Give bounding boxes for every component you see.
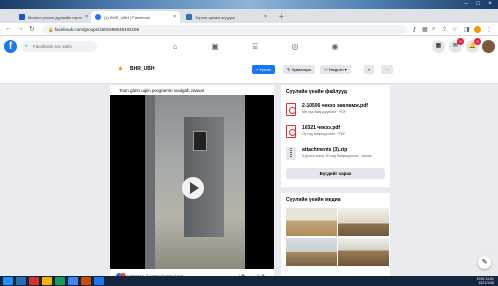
taskbar-app-icon[interactable] — [29, 277, 39, 285]
file-item[interactable]: 2-10506 чекээ зөвлөмж.pdf Мя хэд байршуу… — [286, 102, 386, 122]
recent-media-title: Сүүлийн үеийн медиа — [286, 197, 341, 203]
group-icon: ▲ — [117, 65, 124, 72]
share-icon[interactable]: ⇪ — [442, 26, 447, 33]
address-bar-row: ← → ↻ 🔒 facebook.com/groups/150158904910… — [0, 23, 498, 36]
profile-avatar[interactable] — [482, 40, 495, 53]
minimize-icon[interactable]: – — [462, 1, 470, 7]
search-icon: ⌕ — [25, 43, 28, 49]
file-item[interactable]: 10321 чекээ.pdf Пү хэд байршуулсан · PDF — [286, 124, 386, 144]
recent-files-title: Сүүлийн үеийн файлууд — [286, 89, 347, 95]
sidebar-icon[interactable]: ◨ — [464, 26, 470, 33]
bookmark-star-icon[interactable]: ☆ — [452, 26, 457, 33]
groups-icon[interactable]: ◎ — [289, 41, 301, 53]
notification-badge: 9 — [474, 38, 481, 45]
recent-media-card: Сүүлийн үеийн медиа — [281, 193, 390, 286]
window-title-bar: – □ × — [0, 0, 498, 9]
more-button[interactable]: ··· — [381, 65, 393, 74]
clock-date: 2021/1/26 — [478, 281, 494, 285]
taskbar-app-icon[interactable] — [16, 277, 26, 285]
tab-favicon-icon — [186, 14, 192, 20]
joined-label: Нэгдсэн — [328, 67, 344, 72]
create-button[interactable]: + Үүсгэх — [252, 65, 276, 74]
media-thumbnail[interactable] — [338, 208, 389, 236]
media-thumbnail[interactable] — [286, 208, 337, 236]
chrome-taskbar-icon[interactable] — [68, 277, 78, 285]
close-icon[interactable]: × — [486, 1, 494, 7]
play-button[interactable] — [182, 177, 204, 199]
group-search-button[interactable]: ⌕ — [364, 65, 375, 74]
key-icon[interactable]: ⚷ — [412, 26, 416, 33]
zip-file-icon — [286, 147, 296, 160]
file-meta: Мя хэд байршуулсан · PDF — [302, 110, 347, 114]
watch-icon[interactable]: ▣ — [209, 41, 221, 53]
post-title: Toon garin uqiin programm suulgah zaavar — [119, 88, 205, 93]
see-all-button[interactable]: Бүгдийг харах — [286, 168, 385, 179]
share-label: Хуваалцах — [291, 67, 312, 72]
browser-tab-2[interactable]: (1) BHR_UBH | Facebook × — [91, 11, 180, 23]
file-meta: Пү хэд байршуулсан · PDF — [302, 132, 346, 136]
file-name: 2-10506 чекээ зөвлөмж.pdf — [302, 103, 368, 109]
notifications-icon[interactable]: 🔔 9 — [466, 38, 481, 53]
facebook-favicon-icon — [95, 14, 101, 20]
gaming-icon[interactable]: ◉ — [329, 41, 341, 53]
marketplace-icon[interactable]: ⌸ — [249, 41, 261, 53]
browser-tab-3[interactable]: Торгон цахим шүүдэл × — [182, 11, 271, 23]
forward-icon[interactable]: → — [17, 25, 24, 32]
tab-close-icon[interactable]: × — [85, 14, 88, 20]
taskbar-app-icon[interactable] — [94, 277, 104, 285]
search-placeholder: Facebook-ээс хайх — [33, 44, 72, 49]
media-thumbnail[interactable] — [338, 238, 389, 266]
browser-tab-1[interactable]: Монгол улсын дүрмийн хэрэг × — [15, 11, 89, 23]
tab-close-icon[interactable]: × — [173, 14, 176, 20]
start-icon[interactable] — [3, 277, 13, 285]
home-icon[interactable]: ⌂ — [169, 41, 181, 53]
group-header: ▲ BHR_UBH + Үүсгэх ✎ Хуваалцах ⚇ Нэгдсэн… — [0, 58, 498, 84]
facebook-top-nav: f ⌕ Facebook-ээс хайх ⌂ ▣ ⌸ ◎ ◉ ▦ ✉ 9 🔔 9 — [0, 36, 498, 58]
windows-taskbar: ENG 11:51 2021/1/26 — [0, 276, 498, 286]
tab-label: Торгон цахим шүүдэл — [195, 14, 235, 20]
file-meta: 6 долоо хоног 20 хэд байршуулсан · Архив — [302, 154, 372, 158]
reload-icon[interactable]: ↻ — [29, 25, 35, 33]
video-player[interactable] — [110, 95, 274, 269]
taskbar-app-icon[interactable] — [42, 277, 52, 285]
url-input[interactable]: 🔒 facebook.com/groups/1501589049102195 — [42, 25, 407, 34]
taskbar-app-icon[interactable] — [81, 277, 91, 285]
media-thumbnail[interactable] — [286, 238, 337, 266]
file-item[interactable]: attachments (3).zip 6 долоо хоног 20 хэд… — [286, 146, 386, 166]
new-message-button[interactable]: ✎ — [478, 256, 491, 269]
facebook-search-input[interactable]: ⌕ Facebook-ээс хайх — [21, 41, 97, 52]
system-tray[interactable]: ENG 11:51 2021/1/26 — [477, 277, 494, 285]
file-name: attachments (3).zip — [302, 147, 348, 153]
pdf-file-icon — [286, 125, 296, 138]
tab-label: Монгол улсын дүрмийн хэрэг — [28, 14, 83, 20]
messenger-icon[interactable]: ✉ 9 — [449, 38, 464, 53]
pdf-file-icon — [286, 103, 296, 116]
url-text: facebook.com/groups/1501589049102195 — [54, 27, 140, 32]
tab-label: (1) BHR_UBH | Facebook — [104, 14, 150, 20]
file-name: 10321 чекээ.pdf — [302, 125, 341, 131]
video-frame-edge — [145, 95, 155, 269]
maximize-icon[interactable]: □ — [474, 1, 482, 7]
facebook-logo[interactable]: f — [4, 40, 17, 53]
share-button[interactable]: ✎ Хуваалцах — [283, 65, 316, 74]
browser-tab-strip: Монгол улсын дүрмийн хэрэг × (1) BHR_UBH… — [0, 9, 498, 23]
menu-icon[interactable]: ⋮ — [486, 26, 492, 33]
extension-icon[interactable]: ▦ — [422, 26, 428, 33]
post-card: Toon garin uqiin programm suulgah zaavar… — [110, 85, 274, 285]
taskbar-app-icon[interactable] — [55, 277, 65, 285]
lock-icon: 🔒 — [48, 27, 55, 32]
new-tab-button[interactable]: + — [279, 12, 284, 21]
video-frame-device — [193, 131, 207, 151]
group-name[interactable]: BHR_UBH — [130, 66, 154, 72]
tab-close-icon[interactable]: × — [264, 14, 267, 20]
chevron-down-icon: ▾ — [343, 67, 347, 72]
menu-grid-icon[interactable]: ▦ — [432, 40, 445, 53]
tab-favicon-icon — [19, 14, 25, 20]
recent-files-card: Сүүлийн үеийн файлууд 2-10506 чекээ зөвл… — [281, 85, 390, 187]
profile-avatar[interactable] — [474, 26, 481, 33]
joined-button[interactable]: ⚇ Нэгдсэн ▾ — [320, 65, 351, 74]
back-icon[interactable]: ← — [5, 25, 12, 32]
zoom-icon[interactable]: ⌕ — [432, 26, 435, 33]
message-badge: 9 — [457, 38, 464, 45]
